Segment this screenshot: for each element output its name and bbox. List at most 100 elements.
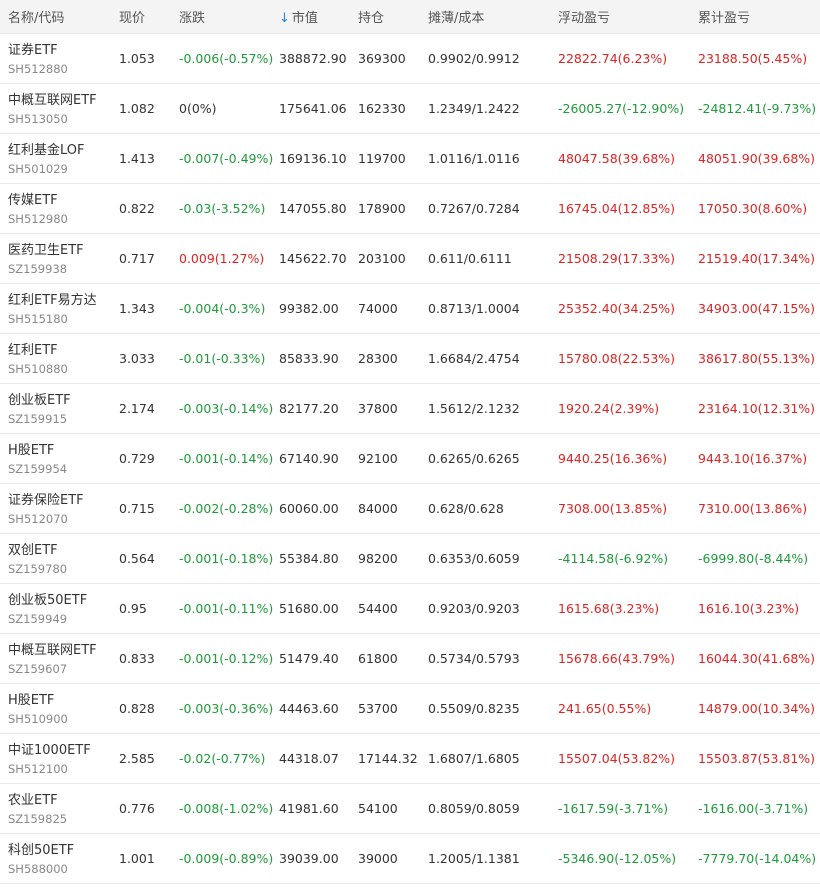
- table-row[interactable]: 传媒ETF SH512980 0.822 -0.03(-3.52%) 147055.80…: [0, 184, 820, 234]
- change-cell: -0.001(-0.11%): [179, 601, 274, 616]
- market-value-cell: 51680.00: [279, 601, 339, 616]
- table-row[interactable]: 中概互联网ETF SZ159607 0.833 -0.001(-0.12%) 51479…: [0, 634, 820, 684]
- cumulative-pl-cell: 34903.00(47.15%): [698, 301, 816, 316]
- price-cell: 0.564: [119, 551, 155, 566]
- table-row[interactable]: 红利ETF SH510880 3.033 -0.01(-0.33%) 85833.90 2…: [0, 334, 820, 384]
- table-row[interactable]: 科创50ETF SH588000 1.001 -0.009(-0.89%) 39039.…: [0, 834, 820, 884]
- change-cell: -0.009(-0.89%): [179, 851, 274, 866]
- cumulative-pl-cell: 9443.10(16.37%): [698, 451, 808, 466]
- stock-code: SH501029: [8, 162, 68, 176]
- market-value-cell: 175641.06: [279, 101, 347, 116]
- price-cell: 1.001: [119, 851, 155, 866]
- market-value-cell: 44318.07: [279, 751, 339, 766]
- cumulative-pl-cell: 1616.10(3.23%): [698, 601, 800, 616]
- floating-pl-cell: 48047.58(39.68%): [558, 151, 676, 166]
- price-cell: 1.343: [119, 301, 155, 316]
- header-market-value-label: 市值: [291, 11, 318, 26]
- cost-cell: 1.6684/2.4754: [428, 351, 520, 366]
- change-cell: -0.004(-0.3%): [179, 301, 266, 316]
- position-cell: 61800: [358, 651, 398, 666]
- header-name-code[interactable]: 名称/代码: [8, 7, 64, 26]
- stock-name: 传媒ETF: [8, 193, 58, 208]
- stock-code: SZ159915: [8, 412, 68, 426]
- table-row[interactable]: 中证1000ETF SH512100 2.585 -0.02(-0.77%) 44318…: [0, 734, 820, 784]
- stock-code: SZ159954: [8, 462, 68, 476]
- position-cell: 98200: [358, 551, 398, 566]
- position-cell: 92100: [358, 451, 398, 466]
- table-row[interactable]: 创业板50ETF SZ159949 0.95 -0.001(-0.11%) 51680.…: [0, 584, 820, 634]
- cumulative-pl-cell: 16044.30(41.68%): [698, 651, 816, 666]
- position-cell: 39000: [358, 851, 398, 866]
- change-cell: -0.001(-0.12%): [179, 651, 274, 666]
- cost-cell: 0.5734/0.5793: [428, 651, 520, 666]
- market-value-cell: 85833.90: [279, 351, 339, 366]
- stock-code: SH515180: [8, 312, 68, 326]
- stock-name: H股ETF: [8, 693, 55, 708]
- cost-cell: 0.9203/0.9203: [428, 601, 520, 616]
- cumulative-pl-cell: 21519.40(17.34%): [698, 251, 816, 266]
- stock-code: SZ159607: [8, 662, 68, 676]
- change-cell: -0.007(-0.49%): [179, 151, 274, 166]
- stock-code: SH512880: [8, 62, 68, 76]
- floating-pl-cell: -1617.59(-3.71%): [558, 801, 669, 816]
- table-row[interactable]: 农业ETF SZ159825 0.776 -0.008(-1.02%) 41981.60…: [0, 784, 820, 834]
- stock-code: SH588000: [8, 862, 68, 876]
- position-cell: 203100: [358, 251, 406, 266]
- market-value-cell: 55384.80: [279, 551, 339, 566]
- change-cell: -0.006(-0.57%): [179, 51, 274, 66]
- header-change[interactable]: 涨跌: [179, 7, 205, 26]
- sort-desc-icon: ↓: [279, 11, 290, 26]
- price-cell: 0.715: [119, 501, 155, 516]
- table-row[interactable]: 医药卫生ETF SZ159938 0.717 0.009(1.27%) 145622.7…: [0, 234, 820, 284]
- stock-code: SZ159825: [8, 812, 68, 826]
- market-value-cell: 169136.10: [279, 151, 347, 166]
- floating-pl-cell: 22822.74(6.23%): [558, 51, 668, 66]
- cumulative-pl-cell: 48051.90(39.68%): [698, 151, 816, 166]
- change-cell: -0.003(-0.36%): [179, 701, 274, 716]
- market-value-cell: 39039.00: [279, 851, 339, 866]
- cumulative-pl-cell: 17050.30(8.60%): [698, 201, 808, 216]
- change-cell: -0.001(-0.18%): [179, 551, 274, 566]
- cumulative-pl-cell: 7310.00(13.86%): [698, 501, 808, 516]
- header-cost[interactable]: 摊薄/成本: [428, 7, 484, 26]
- price-cell: 2.174: [119, 401, 155, 416]
- table-row[interactable]: 双创ETF SZ159780 0.564 -0.001(-0.18%) 55384.80…: [0, 534, 820, 584]
- table-row[interactable]: 红利ETF易方达 SH515180 1.343 -0.004(-0.3%) 99382.…: [0, 284, 820, 334]
- table-row[interactable]: 中概互联网ETF SH513050 1.082 0(0%) 175641.06 16233…: [0, 84, 820, 134]
- table-row[interactable]: H股ETF SZ159954 0.729 -0.001(-0.14%) 67140.90…: [0, 434, 820, 484]
- header-position[interactable]: 持仓: [358, 7, 384, 26]
- header-price[interactable]: 现价: [119, 7, 145, 26]
- price-cell: 0.828: [119, 701, 155, 716]
- stock-code: SZ159949: [8, 612, 68, 626]
- price-cell: 0.776: [119, 801, 155, 816]
- cumulative-pl-cell: 38617.80(55.13%): [698, 351, 816, 366]
- stock-name: 证券ETF: [8, 43, 58, 58]
- cost-cell: 1.5612/2.1232: [428, 401, 520, 416]
- header-market-value[interactable]: ↓ 市值: [279, 7, 318, 26]
- cost-cell: 0.6265/0.6265: [428, 451, 520, 466]
- cost-cell: 0.7267/0.7284: [428, 201, 520, 216]
- table-row[interactable]: 证券ETF SH512880 1.053 -0.006(-0.57%) 388872.9…: [0, 34, 820, 84]
- market-value-cell: 147055.80: [279, 201, 347, 216]
- price-cell: 1.053: [119, 51, 155, 66]
- price-cell: 0.729: [119, 451, 155, 466]
- price-cell: 2.585: [119, 751, 155, 766]
- stock-code: SH513050: [8, 112, 68, 126]
- stock-name: 中概互联网ETF: [8, 93, 97, 108]
- stock-code: SH510880: [8, 362, 68, 376]
- cumulative-pl-cell: 23188.50(5.45%): [698, 51, 808, 66]
- floating-pl-cell: 1920.24(2.39%): [558, 401, 660, 416]
- cost-cell: 0.6353/0.6059: [428, 551, 520, 566]
- header-floating-pl[interactable]: 浮动盈亏: [558, 7, 610, 26]
- position-cell: 84000: [358, 501, 398, 516]
- table-row[interactable]: H股ETF SH510900 0.828 -0.003(-0.36%) 44463.60…: [0, 684, 820, 734]
- table-row[interactable]: 创业板ETF SZ159915 2.174 -0.003(-0.14%) 82177.2…: [0, 384, 820, 434]
- cumulative-pl-cell: -1616.00(-3.71%): [698, 801, 809, 816]
- stock-name: 科创50ETF: [8, 843, 75, 858]
- cost-cell: 1.0116/1.0116: [428, 151, 520, 166]
- table-row[interactable]: 红利基金LOF SH501029 1.413 -0.007(-0.49%) 169136…: [0, 134, 820, 184]
- header-cumulative-pl[interactable]: 累计盈亏: [698, 7, 750, 26]
- cost-cell: 1.6807/1.6805: [428, 751, 520, 766]
- market-value-cell: 145622.70: [279, 251, 347, 266]
- table-row[interactable]: 证券保险ETF SH512070 0.715 -0.002(-0.28%) 60060.…: [0, 484, 820, 534]
